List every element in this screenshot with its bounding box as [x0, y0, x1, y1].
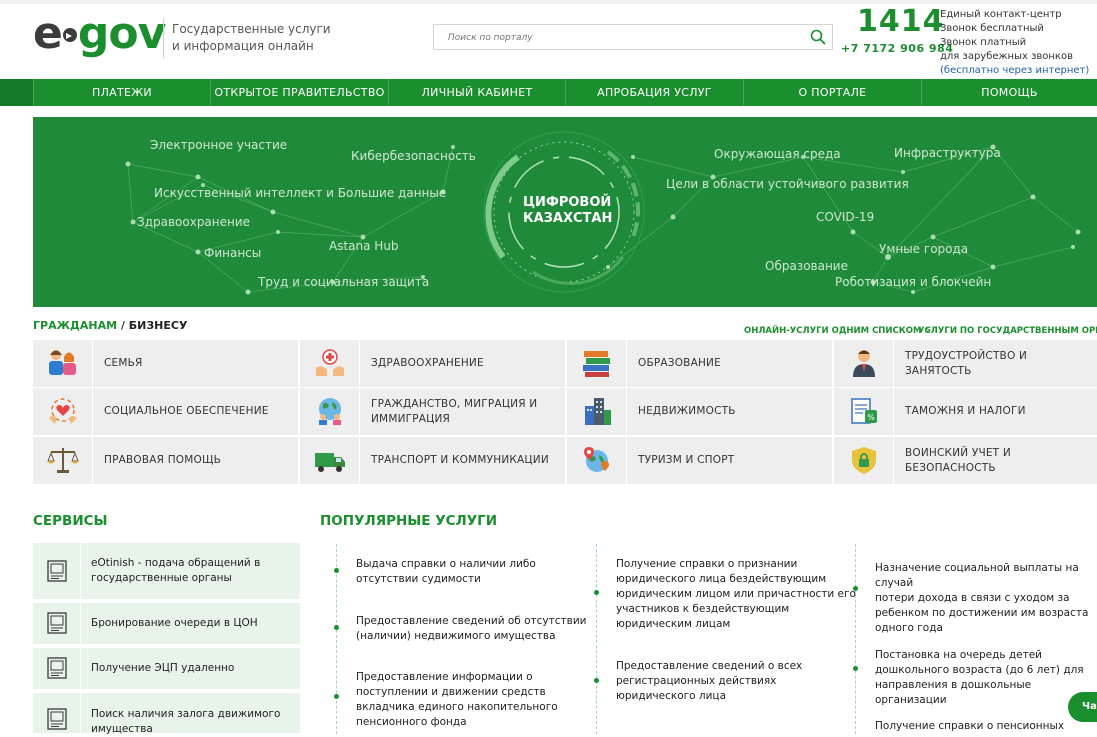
- bullet-dot: [334, 625, 339, 630]
- banner-topic[interactable]: Окружающая среда: [714, 147, 841, 161]
- bullet-dot: [334, 568, 339, 573]
- popular-service-item[interactable]: Постановка на очередь детей дошкольного в…: [875, 648, 1097, 708]
- banner-topic[interactable]: Кибербезопасность: [351, 149, 476, 163]
- banner-topic[interactable]: Инфраструктура: [894, 146, 1001, 160]
- banner-topic[interactable]: Образование: [765, 259, 848, 273]
- popular-service-item[interactable]: Выдача справки о наличии либо отсутствии …: [356, 557, 536, 587]
- service-document-icon: [47, 560, 67, 582]
- header: e gov Государственные услуги и информация…: [0, 4, 1097, 79]
- worker-icon: [853, 350, 875, 377]
- popular-service-item[interactable]: Получение справки о признании юридическог…: [616, 557, 856, 632]
- bullet-dot: [594, 590, 599, 595]
- service-eotinish[interactable]: eOtinish - подача обращений в государств…: [33, 543, 300, 599]
- category-employment[interactable]: ТРУДОУСТРОЙСТВО И ЗАНЯТОСТЬ: [834, 340, 1097, 387]
- popular-service-item[interactable]: Назначение социальной выплаты на случай п…: [875, 561, 1097, 636]
- buildings-icon: [585, 398, 611, 425]
- popular-service-item[interactable]: Предоставление сведений об отсутствии (на…: [356, 614, 586, 644]
- main-nav: ПЛАТЕЖИ ОТКРЫТОЕ ПРАВИТЕЛЬСТВО ЛИЧНЫЙ КА…: [0, 79, 1097, 106]
- nav-lead: [0, 79, 33, 106]
- chat-button[interactable]: Чат: [1068, 692, 1097, 722]
- banner-topic[interactable]: COVID-19: [816, 210, 874, 224]
- digital-kazakhstan-banner[interactable]: Электронное участие Кибербезопасность Ис…: [33, 117, 1097, 307]
- service-document-icon: [47, 657, 67, 679]
- banner-topic[interactable]: Здравоохранение: [137, 215, 250, 229]
- nav-payments[interactable]: ПЛАТЕЖИ: [33, 79, 210, 106]
- popular-services-title: ПОПУЛЯРНЫЕ УСЛУГИ: [320, 513, 498, 529]
- category-education[interactable]: ОБРАЗОВАНИЕ: [567, 340, 832, 387]
- banner-topic[interactable]: Умные города: [879, 242, 968, 256]
- services-by-agency-link[interactable]: УСЛУГИ ПО ГОСУДАРСТВЕННЫМ ОРГАНАМ >: [918, 326, 1097, 336]
- logo-divider: [163, 18, 164, 58]
- nav-open-government[interactable]: ОТКРЫТОЕ ПРАВИТЕЛЬСТВО: [210, 79, 388, 106]
- category-real-estate[interactable]: НЕДВИЖИМОСТЬ: [567, 388, 832, 435]
- category-family[interactable]: СЕМЬЯ: [33, 340, 298, 387]
- truck-icon: [315, 453, 345, 472]
- popular-service-item[interactable]: Получение справки о пенсионных: [875, 719, 1064, 734]
- service-eds-remote[interactable]: Получение ЭЦП удаленно: [33, 648, 300, 689]
- category-military-security[interactable]: ВОИНСКИЙ УЧЕТ И БЕЗОПАСНОСТЬ: [834, 437, 1097, 484]
- healthcare-icon: [316, 349, 344, 376]
- banner-topic[interactable]: Финансы: [204, 246, 261, 260]
- category-customs-taxes[interactable]: % ТАМОЖНЯ И НАЛОГИ: [834, 388, 1097, 435]
- category-healthcare[interactable]: ЗДРАВООХРАНЕНИЕ: [300, 340, 565, 387]
- service-document-icon: [47, 612, 67, 634]
- category-legal-aid[interactable]: ПРАВОВАЯ ПОМОЩЬ: [33, 437, 298, 484]
- service-collateral-search[interactable]: Поиск наличия залога движимого имущества: [33, 693, 300, 735]
- banner-topic[interactable]: Искусственный интеллект и Большие данные: [154, 186, 446, 200]
- popular-column-divider: [596, 544, 597, 734]
- search-input[interactable]: [434, 26, 794, 50]
- contact-info: Единый контакт-центр Звонок бесплатный З…: [940, 9, 1090, 78]
- phone-long-number[interactable]: +7 7172 906 984: [841, 42, 953, 55]
- popular-service-item[interactable]: Предоставление сведений о всех регистраци…: [616, 659, 802, 704]
- map-pin-icon: [584, 447, 609, 472]
- family-icon: [49, 350, 76, 375]
- tab-business[interactable]: БИЗНЕСУ: [129, 319, 188, 332]
- books-icon: [583, 351, 610, 377]
- free-internet-call-link[interactable]: (бесплатно через интернет): [940, 64, 1089, 78]
- svg-text:%: %: [867, 413, 875, 422]
- banner-topic[interactable]: Роботизация и блокчейн: [835, 275, 991, 289]
- services-title: СЕРВИСЫ: [33, 513, 108, 529]
- banner-topic[interactable]: Электронное участие: [150, 138, 287, 152]
- bullet-dot: [334, 694, 339, 699]
- phone-short-number[interactable]: 1414: [857, 4, 945, 39]
- scales-icon: [47, 448, 79, 473]
- tax-document-icon: %: [851, 398, 877, 424]
- nav-help[interactable]: ПОМОЩЬ: [921, 79, 1097, 106]
- egov-logo[interactable]: e gov: [33, 12, 166, 56]
- services-list-link[interactable]: ОНЛАЙН-УСЛУГИ ОДНИМ СПИСКОМ >: [744, 326, 932, 336]
- service-queue-booking[interactable]: Бронирование очереди в ЦОН: [33, 603, 300, 644]
- category-tourism-sport[interactable]: ТУРИЗМ И СПОРТ: [567, 437, 832, 484]
- heart-hands-icon: [49, 398, 77, 424]
- globe-people-icon: [319, 398, 341, 425]
- search-box: [433, 24, 833, 50]
- nav-about[interactable]: О ПОРТАЛЕ: [743, 79, 921, 106]
- shield-lock-icon: [852, 447, 876, 474]
- banner-title: ЦИФРОВОЙ КАЗАХСТАН: [523, 195, 613, 226]
- category-social-security[interactable]: СОЦИАЛЬНОЕ ОБЕСПЕЧЕНИЕ: [33, 388, 298, 435]
- logo-arrow-icon: [62, 28, 77, 42]
- banner-topic[interactable]: Astana Hub: [329, 239, 399, 253]
- banner-topic[interactable]: Труд и социальная защита: [258, 275, 429, 289]
- banner-topic[interactable]: Цели в области устойчивого развития: [666, 177, 909, 191]
- nav-personal-cabinet[interactable]: ЛИЧНЫЙ КАБИНЕТ: [388, 79, 565, 106]
- popular-service-item[interactable]: Предоставление информации о поступлении и…: [356, 670, 558, 730]
- category-transport[interactable]: ТРАНСПОРТ И КОММУНИКАЦИИ: [300, 437, 565, 484]
- category-citizenship[interactable]: ГРАЖДАНСТВО, МИГРАЦИЯ И ИММИГРАЦИЯ: [300, 388, 565, 435]
- audience-switcher: ГРАЖДАНАМ / БИЗНЕСУ: [33, 319, 188, 332]
- bullet-dot: [853, 586, 858, 591]
- service-document-icon: [47, 708, 67, 730]
- nav-service-testing[interactable]: АПРОБАЦИЯ УСЛУГ: [565, 79, 743, 106]
- site-tagline: Государственные услуги и информация онла…: [172, 22, 331, 53]
- tab-citizens[interactable]: ГРАЖДАНАМ: [33, 319, 117, 332]
- search-icon[interactable]: [810, 29, 826, 45]
- bullet-dot: [594, 678, 599, 683]
- bullet-dot: [853, 666, 858, 671]
